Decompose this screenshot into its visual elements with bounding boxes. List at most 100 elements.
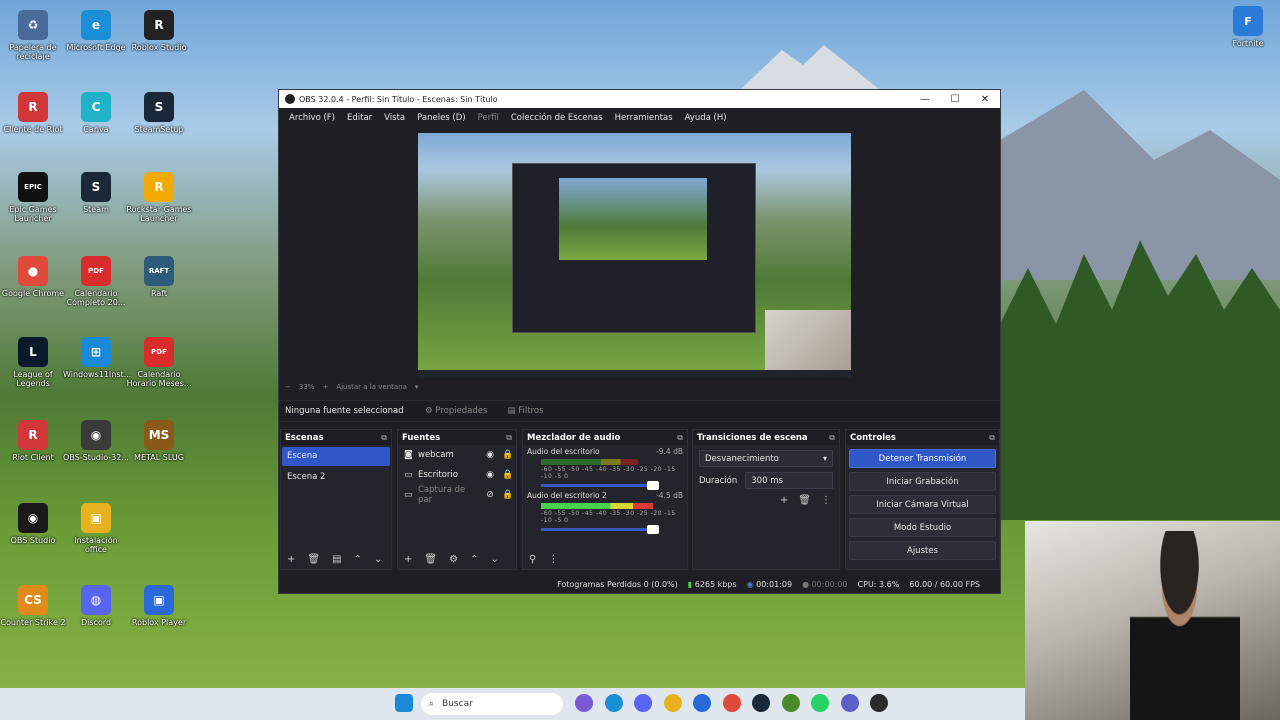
link-icon[interactable]: ⚲: [529, 554, 536, 565]
menu-item[interactable]: Ayuda (H): [679, 113, 733, 123]
chrome-icon[interactable]: [722, 694, 741, 712]
eye-icon[interactable]: ◉: [482, 470, 498, 480]
menu-item[interactable]: Vista: [378, 113, 411, 123]
more-options-icon[interactable]: ⋮: [548, 554, 558, 565]
move-up-icon[interactable]: ⌃: [470, 554, 478, 565]
add-source-button[interactable]: +: [404, 554, 412, 565]
transition-select[interactable]: Desvanecimiento ▾: [699, 450, 833, 467]
desktop-icon[interactable]: ◍ Discord: [63, 585, 129, 627]
zoom-in-button[interactable]: +: [322, 383, 328, 391]
preview-canvas[interactable]: [418, 133, 851, 378]
chevron-down-icon[interactable]: ▾: [415, 383, 419, 391]
undock-icon[interactable]: ⧉: [677, 433, 683, 443]
desktop-icon[interactable]: R Roblox Studio: [126, 10, 192, 52]
desktop-icon[interactable]: PDF Calendario Horario Meses...: [126, 337, 192, 388]
more-options-icon[interactable]: ⋮: [821, 495, 831, 506]
desktop-icon[interactable]: ◉ OBS-Studio-32...: [63, 420, 129, 462]
trash-icon[interactable]: 🗑: [798, 495, 811, 506]
source-item[interactable]: ▭ Escritorio ◉ 🔒: [398, 465, 516, 485]
scene-item[interactable]: Escena 2: [282, 468, 390, 487]
properties-button[interactable]: ⚙ Propiedades: [425, 406, 487, 416]
window-titlebar[interactable]: OBS 32.0.4 - Perfil: Sin Título - Escena…: [279, 90, 1000, 108]
move-up-icon[interactable]: ⌃: [354, 554, 362, 565]
desktop-icon[interactable]: ▣ Instalación office: [63, 503, 129, 554]
mountain-decoration: [740, 45, 880, 90]
discord-icon[interactable]: [634, 694, 652, 712]
add-scene-button[interactable]: +: [287, 554, 295, 565]
desktop-icon-fortnite[interactable]: F Fortnite: [1215, 6, 1280, 48]
source-item[interactable]: ▭ Captura de par ⊘ 🔒: [398, 485, 516, 505]
store-icon[interactable]: [693, 694, 711, 712]
meter-scale: -60 -55 -50 -45 -40 -35 -30 -25 -20 -15 …: [541, 466, 676, 480]
control-button[interactable]: Iniciar Cámara Virtual: [849, 495, 996, 514]
desktop-icon[interactable]: MS METAL SLUG: [126, 420, 192, 462]
undock-icon[interactable]: ⧉: [989, 433, 995, 443]
menu-item[interactable]: Perfil: [472, 113, 505, 123]
desktop-icon[interactable]: L League of Legends: [0, 337, 66, 388]
edge-icon[interactable]: [604, 694, 623, 712]
minecraft-icon[interactable]: [781, 694, 800, 712]
filters-button[interactable]: ▤ Filtros: [507, 406, 543, 416]
desktop-icon[interactable]: ▣ Roblox Player: [126, 585, 192, 627]
desktop-icon[interactable]: S Steam: [63, 172, 129, 214]
app-icon: R: [18, 92, 48, 122]
desktop-icon[interactable]: RAFT Raft: [126, 256, 192, 298]
minimize-button[interactable]: —: [910, 94, 940, 105]
whatsapp-icon[interactable]: [811, 694, 829, 712]
desktop-icon[interactable]: EPIC Epic Games Launcher: [0, 172, 66, 223]
trash-icon[interactable]: 🗑: [424, 554, 437, 565]
search-box[interactable]: ⌕ Buscar: [421, 693, 563, 715]
desktop-icon[interactable]: R Rockstar Games Launcher: [126, 172, 192, 223]
zoom-out-button[interactable]: −: [285, 383, 291, 391]
desktop-icon[interactable]: ♻ Papelera de reciclaje: [0, 10, 66, 61]
undock-icon[interactable]: ⧉: [381, 433, 387, 443]
volume-slider[interactable]: [541, 481, 659, 490]
source-item[interactable]: ◙ webcam ◉ 🔒: [398, 445, 516, 465]
lock-icon[interactable]: 🔒: [500, 450, 516, 460]
trash-icon[interactable]: 🗑: [307, 554, 320, 565]
desktop-icon[interactable]: C Canva: [63, 92, 129, 134]
undock-icon[interactable]: ⧉: [829, 433, 835, 443]
eye-icon[interactable]: ⊘: [482, 490, 498, 500]
volume-slider[interactable]: [541, 525, 659, 534]
desktop-icon[interactable]: PDF Calendario Completo 20...: [63, 256, 129, 307]
menu-item[interactable]: Archivo (F): [283, 113, 341, 123]
file-explorer-icon[interactable]: [663, 694, 682, 712]
desktop-icon[interactable]: S SteamSetup: [126, 92, 192, 134]
menu-item[interactable]: Paneles (D): [411, 113, 471, 123]
steam-icon[interactable]: [752, 694, 770, 712]
desktop-icon[interactable]: ⊞ Windows11Inst...: [63, 337, 131, 379]
lock-icon[interactable]: 🔒: [500, 470, 516, 480]
scene-filter-icon[interactable]: ▤: [332, 554, 341, 565]
desktop-icon[interactable]: R Cliente de Riot: [0, 92, 66, 134]
move-down-icon[interactable]: ⌄: [374, 554, 382, 565]
menu-item[interactable]: Editar: [341, 113, 378, 123]
controls-header: Controles ⧉: [846, 430, 999, 445]
desktop-icon[interactable]: R Riot Client: [0, 420, 66, 462]
control-button[interactable]: Modo Estudio: [849, 518, 996, 537]
undock-icon[interactable]: ⧉: [506, 433, 512, 443]
close-button[interactable]: ✕: [970, 94, 1000, 105]
windows-start-icon[interactable]: [395, 694, 413, 712]
desktop-icon[interactable]: e Microsoft Edge: [63, 10, 129, 52]
desktop-icon[interactable]: ◉ OBS Studio: [0, 503, 66, 545]
teams-icon[interactable]: [840, 694, 859, 712]
fit-window-button[interactable]: Ajustar a la ventana: [336, 383, 407, 391]
copilot-icon[interactable]: [575, 694, 593, 712]
lock-icon[interactable]: 🔒: [500, 490, 516, 500]
menu-item[interactable]: Herramientas: [609, 113, 679, 123]
menu-item[interactable]: Colección de Escenas: [505, 113, 609, 123]
desktop-icon[interactable]: CS Counter Strike 2: [0, 585, 66, 627]
move-down-icon[interactable]: ⌄: [490, 554, 498, 565]
obs-icon[interactable]: [870, 694, 888, 712]
add-transition-button[interactable]: +: [780, 495, 788, 506]
control-button[interactable]: Iniciar Grabación: [849, 472, 996, 491]
control-button[interactable]: Detener Transmisión: [849, 449, 996, 468]
control-button[interactable]: Ajustes: [849, 541, 996, 560]
maximize-button[interactable]: ☐: [940, 94, 970, 105]
scene-item[interactable]: Escena: [282, 447, 390, 466]
eye-icon[interactable]: ◉: [482, 450, 498, 460]
duration-input[interactable]: 300 ms: [745, 472, 833, 489]
gear-icon[interactable]: ⚙: [449, 554, 458, 565]
desktop-icon[interactable]: ● Google Chrome: [0, 256, 66, 298]
